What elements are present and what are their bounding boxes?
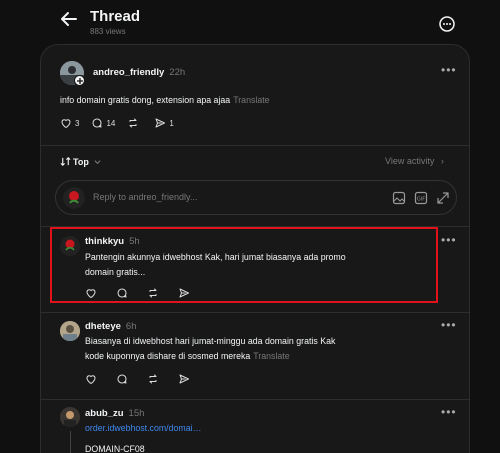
comment-line-with-translate: kode kuponnya dishare di sosmed mereka Tr… (85, 349, 335, 364)
follow-plus-icon[interactable] (74, 75, 85, 86)
comment-time: 5h (129, 236, 140, 247)
view-count: 883 views (90, 27, 126, 36)
post-author-name[interactable]: andreo_friendly (93, 67, 164, 78)
comment-button[interactable]: 14 (91, 117, 115, 129)
reply-box[interactable]: Reply to andreo_friendly... GIF (55, 180, 457, 215)
divider (41, 145, 469, 146)
comment-line: Pantengin akunnya idwebhost Kak, hari ju… (85, 252, 346, 262)
comment-author[interactable]: thinkkyu 5h (85, 236, 140, 247)
comment-line: DOMAIN-CF08 (85, 444, 145, 453)
comment-button[interactable] (116, 373, 131, 385)
comment-author-name[interactable]: abub_zu (85, 408, 124, 419)
share-icon (155, 118, 166, 128)
image-icon[interactable] (392, 191, 406, 205)
comment-time: 6h (125, 321, 137, 332)
translate-link[interactable]: Translate (253, 351, 289, 361)
comment-icon (117, 374, 127, 384)
comment-actions (85, 373, 205, 385)
comment-author-name[interactable]: dheteye (85, 321, 121, 332)
comment-line: kode kuponnya dishare di sosmed mereka (85, 351, 251, 361)
expand-icon[interactable] (436, 191, 450, 205)
comment-button[interactable] (116, 287, 131, 299)
comment-text: Biasanya di idwebhost hari jumat-minggu … (85, 334, 335, 364)
share-icon (179, 288, 189, 298)
share-button[interactable]: 1 (154, 117, 174, 129)
gif-icon[interactable]: GIF (414, 191, 428, 205)
comment-more-icon[interactable]: ••• (441, 405, 457, 419)
comment-text: order.idwebhost.com/domai… DOMAIN-CF08 (85, 421, 201, 453)
post-text: info domain gratis dong, extension apa a… (60, 93, 270, 108)
post-actions: 3 14 1 (60, 117, 186, 129)
reply-count: 14 (106, 118, 116, 128)
thread-line (70, 431, 71, 453)
avatar[interactable] (60, 321, 80, 341)
heart-icon (86, 289, 96, 299)
view-activity-label: View activity (385, 156, 435, 166)
reply-input[interactable]: Reply to andreo_friendly... (93, 192, 197, 202)
divider (41, 399, 469, 400)
comment-icon (92, 118, 102, 128)
comment-author-name[interactable]: thinkkyu (85, 236, 124, 247)
comment-icon (117, 288, 127, 298)
share-count: 1 (169, 118, 174, 128)
like-button[interactable] (85, 373, 100, 385)
comment-author[interactable]: dheteye 6h (85, 321, 136, 332)
top-bar: Thread 883 views (0, 0, 500, 44)
page-title: Thread (90, 8, 141, 25)
share-button[interactable] (178, 287, 193, 299)
share-icon (179, 374, 189, 384)
thread-panel: andreo_friendly 22h ••• info domain grati… (40, 44, 470, 453)
sort-label: Top (73, 156, 89, 167)
repost-icon (129, 118, 137, 128)
post-body: info domain gratis dong, extension apa a… (60, 95, 231, 105)
repost-button[interactable] (147, 287, 162, 299)
divider (41, 226, 469, 227)
more-circle-icon[interactable] (438, 15, 456, 33)
like-button[interactable] (85, 287, 100, 299)
comment-actions (85, 287, 205, 299)
comment-text: Pantengin akunnya idwebhost Kak, hari ju… (85, 250, 346, 280)
repost-button[interactable] (147, 373, 162, 385)
comment-time: 15h (128, 408, 145, 419)
chevron-down-icon (94, 160, 101, 165)
svg-text:GIF: GIF (417, 197, 425, 203)
repost-icon (149, 288, 157, 298)
sort-icon (60, 157, 71, 166)
back-arrow-icon[interactable] (58, 8, 82, 30)
share-button[interactable] (178, 373, 193, 385)
translate-link[interactable]: Translate (233, 95, 269, 105)
heart-icon (86, 375, 96, 385)
post-author[interactable]: andreo_friendly 22h (93, 67, 185, 78)
avatar[interactable] (60, 407, 80, 427)
repost-icon (149, 374, 157, 384)
avatar (63, 187, 85, 209)
post-time: 22h (169, 67, 186, 78)
comment-more-icon[interactable]: ••• (441, 318, 457, 332)
like-button[interactable]: 3 (60, 117, 79, 129)
heart-icon (61, 119, 71, 129)
repost-button[interactable] (127, 117, 142, 129)
sort-dropdown[interactable]: Top (60, 156, 102, 167)
chevron-right-icon: › (440, 156, 444, 166)
avatar[interactable] (60, 236, 80, 256)
comment-line: domain gratis... (85, 267, 146, 277)
like-count: 3 (75, 118, 80, 128)
comment-link[interactable]: order.idwebhost.com/domai… (85, 421, 201, 436)
comment-more-icon[interactable]: ••• (441, 233, 457, 247)
divider (41, 312, 469, 313)
comment-author[interactable]: abub_zu 15h (85, 408, 144, 419)
post-more-icon[interactable]: ••• (441, 63, 457, 77)
comment-line: Biasanya di idwebhost hari jumat-minggu … (85, 336, 336, 346)
view-activity-link[interactable]: View activity › (385, 156, 444, 166)
